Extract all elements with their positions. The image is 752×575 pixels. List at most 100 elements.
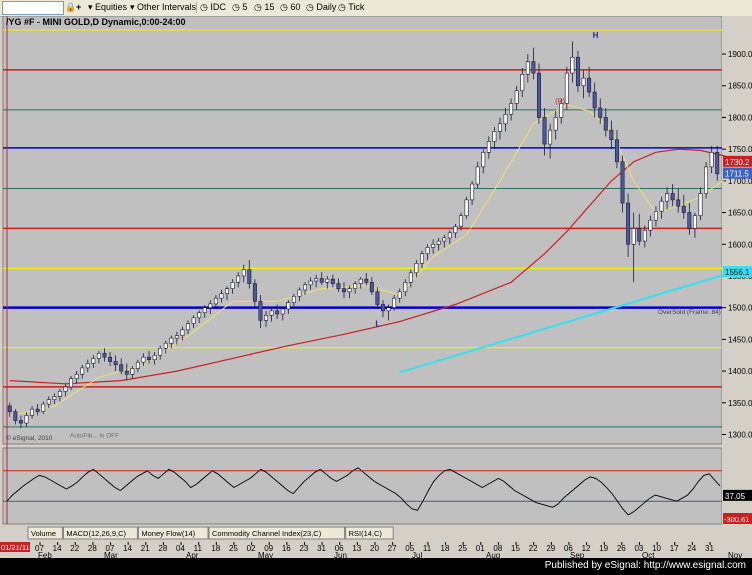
interval-15-button[interactable]: ◷ 15 <box>254 1 274 14</box>
candle-body <box>96 353 101 359</box>
candle-body <box>353 283 358 289</box>
candle-body <box>420 253 424 264</box>
interval-60-button[interactable]: ◷ 60 <box>280 1 300 14</box>
x-day-label: 15 <box>511 544 520 553</box>
x-day-label: 16 <box>282 544 291 553</box>
y-tick-label: 1450.0 <box>728 335 752 344</box>
tick-button[interactable]: ◷ Tick <box>338 1 364 14</box>
x-month-label: Apr <box>186 551 199 558</box>
equities-button[interactable]: ▾ Equities <box>88 1 127 14</box>
idc-button[interactable]: ◷ IDC <box>200 1 226 14</box>
candle-body <box>598 107 603 118</box>
candle-body <box>80 367 85 375</box>
x-month-label: Feb <box>38 551 52 558</box>
autofib-note: AutoFib... is OFF <box>70 433 119 440</box>
lock-icon[interactable]: 🔒 <box>65 1 76 14</box>
x-day-label: 04 <box>176 544 185 553</box>
candle-body <box>124 370 129 375</box>
candle-body <box>392 297 397 308</box>
last-price-tag: 1711.5 <box>725 170 749 179</box>
x-day-label: 31 <box>317 544 326 553</box>
candle-body <box>564 72 569 104</box>
candle-body <box>186 323 191 331</box>
candle-body <box>665 193 670 202</box>
candle-body <box>614 139 619 163</box>
y-tick-label: 1400.0 <box>728 367 752 376</box>
intervals-button[interactable]: ▾ Other Intervals <box>130 1 196 14</box>
candle-body <box>269 310 274 316</box>
candle-body <box>85 363 90 369</box>
x-day-label: 28 <box>88 544 97 553</box>
candle-body <box>553 117 558 131</box>
interval-5-button[interactable]: ◷ 5 <box>232 1 247 14</box>
candle-body <box>91 358 96 364</box>
x-day-label: 19 <box>599 544 608 553</box>
candle-body <box>531 61 536 74</box>
candle-body <box>498 123 502 132</box>
candle-body <box>130 368 135 375</box>
copyright-note: © eSignal, 2010 <box>6 434 53 442</box>
candle-body <box>648 219 653 231</box>
x-day-label: 23 <box>299 544 308 553</box>
candle-body <box>609 129 614 140</box>
candle-body <box>108 356 113 362</box>
x-day-label: 13 <box>352 544 361 553</box>
daily-button[interactable]: ◷ Daily <box>306 1 336 14</box>
candle-body <box>581 77 586 87</box>
chart-svg[interactable]: 1900.01850.01800.01750.01700.01650.01600… <box>0 16 752 558</box>
candle-body <box>102 353 107 358</box>
x-month-label: Aug <box>486 551 500 558</box>
x-day-label: 11 <box>423 544 432 553</box>
candle-body <box>414 262 419 274</box>
candle-body <box>342 288 346 293</box>
candle-body <box>525 61 530 75</box>
chart-title: /YG #F - MINI GOLD,D Dynamic,0:00-24:00 <box>6 17 186 27</box>
candle-body <box>637 228 642 242</box>
candle-body <box>314 278 319 282</box>
x-month-label: Jul <box>412 551 422 558</box>
candle-body <box>687 212 692 229</box>
x-day-label: 29 <box>546 544 555 553</box>
candle-body <box>436 240 441 245</box>
intervals-label: Other Intervals <box>137 2 197 12</box>
x-month-label: Sep <box>570 551 585 558</box>
indicator-tab-label: MACD(12,26,9,C) <box>66 529 126 538</box>
ma-price-tag: 1730.2 <box>725 158 750 167</box>
candle-body <box>676 199 681 207</box>
candle-body <box>303 284 307 291</box>
candle-body <box>46 399 51 405</box>
candle-body <box>308 280 313 286</box>
indicator-tab-label: Money Flow(14) <box>141 529 195 538</box>
oversold-note: OverSold (Frame: 84) <box>658 309 721 316</box>
tick-label: Tick <box>348 2 365 12</box>
candle-body <box>52 396 57 400</box>
candle-body <box>191 317 196 324</box>
x-month-label: Jun <box>334 551 347 558</box>
candle-body <box>219 293 224 299</box>
candle-body <box>152 354 157 360</box>
candle-body <box>18 420 23 424</box>
candle-body <box>241 269 246 277</box>
x-day-label: 14 <box>123 544 132 553</box>
indicator-tab-label: RSI(14,C) <box>349 529 383 538</box>
clock-icon: ◷ <box>254 2 265 12</box>
candle-body <box>24 415 29 424</box>
symbol-input[interactable] <box>2 1 64 15</box>
y-tick-label: 1600.0 <box>728 240 752 249</box>
candle-body <box>319 278 324 283</box>
chart-area[interactable]: 1900.0 1850.0 1800.0 1750.0 1700.0 1650.0 1600… <box>0 16 752 558</box>
candle-body <box>459 215 463 227</box>
candle-body <box>620 161 625 204</box>
candle-body <box>158 347 163 356</box>
indicator-tab-label: Volume <box>31 529 56 538</box>
clock-icon: ◷ <box>306 2 317 12</box>
clock-icon: ◷ <box>232 2 243 12</box>
add-icon[interactable]: + <box>76 1 81 14</box>
x-day-label: 18 <box>441 544 450 553</box>
candle-body <box>631 228 636 245</box>
candle-body <box>163 342 168 349</box>
x-day-label: 27 <box>388 544 397 553</box>
candle-body <box>147 356 152 360</box>
candle-body <box>30 408 35 416</box>
toolbar-divider <box>196 2 197 13</box>
